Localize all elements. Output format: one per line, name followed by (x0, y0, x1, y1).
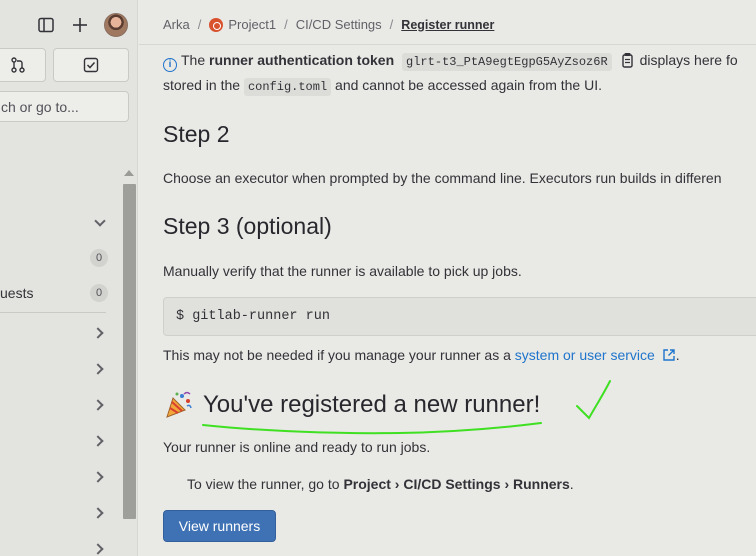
step2-text: Choose an executor when prompted by the … (163, 170, 722, 186)
scroll-up-arrow[interactable] (124, 170, 134, 176)
breadcrumb-item-current[interactable]: Register runner (401, 18, 494, 32)
checkbox-icon (83, 57, 99, 73)
project-icon (209, 17, 224, 32)
step3-text: Manually verify that the runner is avail… (163, 263, 522, 279)
success-banner: You've registered a new runner! (163, 390, 540, 420)
step3-heading: Step 3 (optional) (163, 213, 332, 239)
avatar[interactable] (104, 13, 128, 37)
system-service-link[interactable]: system or user service (515, 347, 655, 363)
scrollbar-thumb[interactable] (123, 184, 136, 519)
chevron-right-icon[interactable] (92, 435, 104, 447)
runner-token: glrt-t3_PtA9egtEgpG5AyZsoz6R (402, 53, 612, 71)
merge-request-icon (11, 57, 25, 73)
plus-icon[interactable] (71, 16, 89, 34)
header-divider (139, 44, 756, 45)
external-link-icon[interactable] (662, 348, 676, 362)
info-icon: i (163, 58, 177, 72)
party-popper-icon (166, 391, 192, 418)
toggle-sidebar-icon[interactable] (37, 16, 55, 34)
breadcrumb-item-project[interactable]: Project1 (228, 17, 276, 32)
breadcrumb-item-settings[interactable]: CI/CD Settings (296, 17, 382, 32)
token-notice: i The runner authentication token glrt-t3… (163, 52, 738, 72)
chevron-right-icon[interactable] (92, 471, 104, 483)
merge-requests-button[interactable] (0, 48, 46, 82)
search-input[interactable]: ch or go to... (0, 91, 129, 122)
step2-heading: Step 2 (163, 121, 230, 147)
breadcrumb: Arka / Project1 / CI/CD Settings / Regis… (163, 17, 495, 32)
success-title: You've registered a new runner! (203, 391, 541, 418)
chevron-right-icon[interactable] (92, 327, 104, 339)
chevron-right-icon[interactable] (92, 363, 104, 375)
config-filename: config.toml (243, 78, 332, 96)
chevron-right-icon[interactable] (92, 507, 104, 519)
step3-note: This may not be needed if you manage you… (163, 347, 680, 363)
divider (0, 312, 106, 313)
view-runners-button[interactable]: View runners (163, 510, 276, 542)
sidebar-item-issues[interactable]: 0 (0, 248, 118, 268)
count-badge: 0 (90, 249, 108, 267)
copy-icon[interactable] (620, 52, 634, 68)
count-badge: 0 (90, 284, 108, 302)
todo-button[interactable] (53, 48, 129, 82)
chevron-right-icon[interactable] (92, 399, 104, 411)
token-notice-line2: stored in the config.toml and cannot be … (163, 77, 602, 96)
command-block[interactable]: $ gitlab-runner run (163, 297, 756, 336)
chevron-right-icon[interactable] (92, 543, 104, 555)
view-runner-instructions: To view the runner, go to Project › CI/C… (187, 476, 574, 492)
command-text: $ gitlab-runner run (176, 309, 330, 324)
main-content: Arka / Project1 / CI/CD Settings / Regis… (139, 0, 756, 556)
sidebar: ch or go to... 0 uests 0 (0, 0, 138, 556)
success-subtitle: Your runner is online and ready to run j… (163, 439, 431, 455)
sidebar-item-merge-requests[interactable]: uests 0 (0, 284, 118, 304)
chevron-down-icon[interactable] (94, 215, 106, 227)
breadcrumb-item-group[interactable]: Arka (163, 17, 190, 32)
